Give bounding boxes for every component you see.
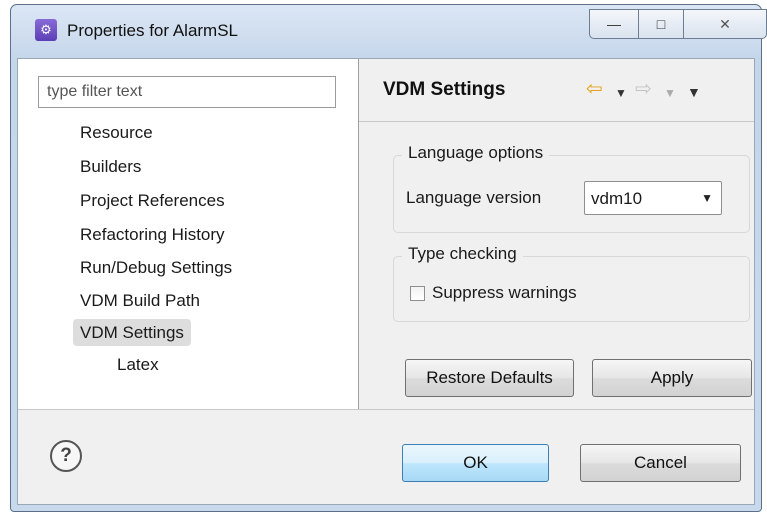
tree-item-refactoring-history[interactable]: Refactoring History: [73, 221, 232, 248]
minimize-button[interactable]: —: [589, 9, 639, 39]
dialog-footer: ? OK Cancel: [18, 409, 754, 505]
apply-button[interactable]: Apply: [592, 359, 752, 397]
type-checking-group: Type checking Suppress warnings: [393, 244, 750, 322]
ok-button[interactable]: OK: [402, 444, 549, 482]
page-header: VDM Settings ⇦ ▼ ⇨ ▼ ▼: [359, 59, 754, 122]
suppress-warnings-checkbox[interactable]: [410, 286, 425, 301]
dialog-client-area: Resource Builders Project References Ref…: [17, 58, 755, 505]
window-title: Properties for AlarmSL: [67, 21, 239, 40]
tree-item-resource[interactable]: Resource: [73, 119, 160, 146]
tree-item-builders[interactable]: Builders: [73, 153, 148, 180]
language-version-value: vdm10: [591, 189, 643, 208]
close-button[interactable]: ✕: [683, 9, 767, 39]
category-panel: Resource Builders Project References Ref…: [18, 59, 359, 409]
page-title: VDM Settings: [383, 79, 506, 100]
view-menu-icon[interactable]: ▼: [687, 81, 701, 103]
language-version-select[interactable]: vdm10 ▼: [584, 181, 722, 215]
help-icon[interactable]: ?: [50, 440, 82, 472]
forward-arrow-icon[interactable]: ⇨: [635, 78, 652, 100]
forward-history-dropdown-icon[interactable]: ▼: [664, 82, 676, 104]
settings-page: VDM Settings ⇦ ▼ ⇨ ▼ ▼ Language options …: [359, 59, 754, 409]
window-controls: — □ ✕: [589, 9, 767, 41]
tree-item-vdm-settings[interactable]: VDM Settings: [73, 319, 191, 346]
app-icon: ⚙: [35, 19, 57, 41]
tree-item-latex[interactable]: Latex: [110, 351, 166, 378]
suppress-warnings-label[interactable]: Suppress warnings: [432, 283, 577, 303]
restore-defaults-button[interactable]: Restore Defaults: [405, 359, 574, 397]
filter-input[interactable]: [38, 76, 336, 108]
tree-item-run-debug-settings[interactable]: Run/Debug Settings: [73, 254, 239, 281]
tree-item-vdm-build-path[interactable]: VDM Build Path: [73, 287, 207, 314]
back-arrow-icon[interactable]: ⇦: [586, 78, 603, 100]
type-checking-legend: Type checking: [402, 244, 523, 264]
language-version-label: Language version: [406, 188, 542, 207]
language-options-legend: Language options: [402, 143, 550, 163]
chevron-down-icon: ▼: [701, 191, 713, 205]
language-options-group: Language options Language version vdm10 …: [393, 143, 750, 233]
back-history-dropdown-icon[interactable]: ▼: [615, 82, 627, 104]
cancel-button[interactable]: Cancel: [580, 444, 741, 482]
maximize-button[interactable]: □: [638, 9, 684, 39]
tree-item-project-references[interactable]: Project References: [73, 187, 232, 214]
